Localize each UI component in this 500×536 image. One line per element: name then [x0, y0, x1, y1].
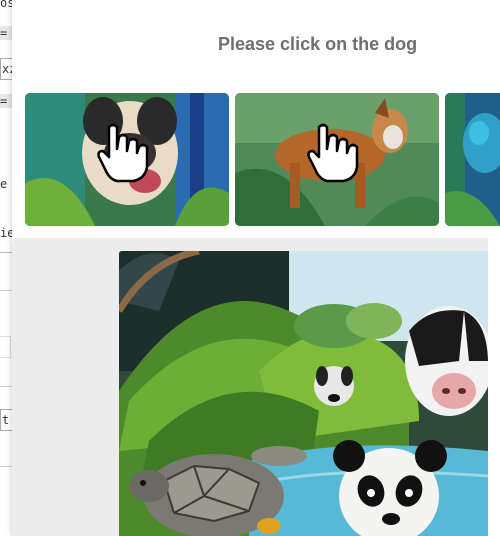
- captcha-choice-dog-portrait[interactable]: [25, 93, 229, 226]
- captcha-prompt: Please click on the dog: [218, 34, 418, 54]
- background-divider: [0, 252, 12, 253]
- captcha-choice-bird[interactable]: [445, 93, 500, 226]
- background-text-fragment: =: [0, 94, 12, 108]
- hand-cursor-icon: [97, 123, 149, 183]
- background-divider: [0, 466, 12, 467]
- captcha-choice-brown-dog[interactable]: [235, 93, 439, 226]
- captcha-main-image[interactable]: [119, 251, 488, 536]
- background-widget: [0, 336, 11, 358]
- hand-cursor-icon: [307, 123, 359, 183]
- background-divider: [0, 386, 12, 387]
- background-divider: [0, 290, 12, 291]
- bird-partial-image: [445, 93, 500, 226]
- animal-scene-image: [119, 251, 488, 536]
- background-text-fragment: =: [0, 26, 12, 40]
